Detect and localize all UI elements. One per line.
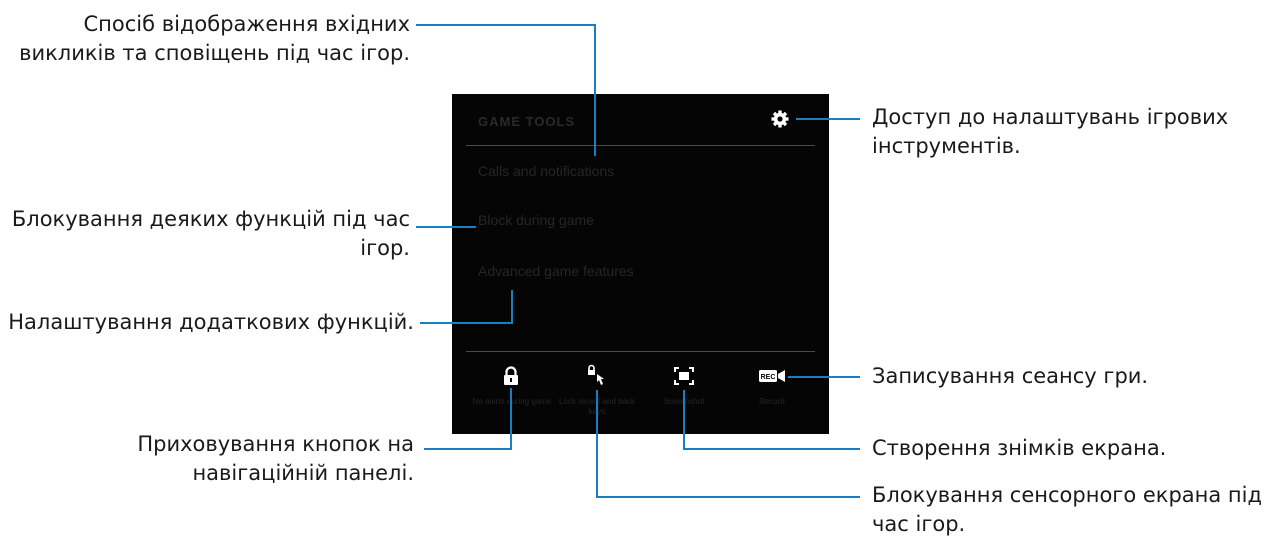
gear-icon[interactable] xyxy=(770,109,790,133)
menu-calls-notifications[interactable]: Calls and notifications xyxy=(478,163,614,179)
leader-calls-h xyxy=(416,24,596,26)
callout-settings-line2: інструментів. xyxy=(872,134,1021,158)
leader-touchlock-h xyxy=(596,496,860,498)
lock-button-label: No alerts during game xyxy=(472,397,552,406)
callout-block-during-game: Блокування деяких функцій під час ігор. xyxy=(12,205,410,263)
callout-calls-line1: Спосіб відображення вхідних xyxy=(83,12,410,36)
leader-screenshot-h xyxy=(683,448,860,450)
leader-settings-h xyxy=(796,118,860,120)
leader-advanced-h xyxy=(420,322,513,324)
callout-settings: Доступ до налаштувань ігрових інструмент… xyxy=(872,103,1228,161)
svg-text:REC: REC xyxy=(761,374,776,381)
game-tools-title: GAME TOOLS xyxy=(478,114,576,129)
callout-touchlock-line2: час ігор. xyxy=(872,512,966,536)
callout-screenshot-line: Створення знімків екрана. xyxy=(872,436,1167,460)
record-button-label: Record xyxy=(759,397,785,406)
callout-navbar-line1: Приховування кнопок на xyxy=(137,432,414,456)
leader-navbar-h xyxy=(424,448,512,450)
leader-calls-v xyxy=(594,24,596,156)
leader-navbar-v xyxy=(510,388,512,450)
callout-calls-notifications: Спосіб відображення вхідних викликів та … xyxy=(19,10,410,68)
callout-navbar-line2: навігаційній панелі. xyxy=(192,461,414,485)
callout-record: Записування сеансу гри. xyxy=(872,362,1148,391)
leader-touchlock-v xyxy=(596,390,598,498)
touch-lock-icon[interactable] xyxy=(586,364,610,392)
callout-block-line1: Блокування деяких функцій під час xyxy=(11,207,410,231)
callout-screenshot: Створення знімків екрана. xyxy=(872,434,1166,463)
callout-navbar: Приховування кнопок на навігаційній пане… xyxy=(137,430,414,488)
menu-block-during-game[interactable]: Block during game xyxy=(478,212,594,228)
callout-advanced-features: Налаштування додаткових функцій. xyxy=(8,308,414,337)
callout-advanced-line: Налаштування додаткових функцій. xyxy=(8,310,414,334)
lock-icon[interactable] xyxy=(502,366,520,390)
record-icon[interactable]: REC xyxy=(758,368,786,388)
callout-touchlock: Блокування сенсорного екрана під час іго… xyxy=(872,481,1262,539)
bottom-divider xyxy=(466,351,815,352)
leader-block-h xyxy=(416,226,476,228)
callout-settings-line1: Доступ до налаштувань ігрових xyxy=(872,105,1229,129)
header-divider xyxy=(466,145,815,146)
callout-calls-line2: викликів та сповіщень під час ігор. xyxy=(19,41,410,65)
leader-screenshot-v xyxy=(683,390,685,450)
callout-touchlock-line1: Блокування сенсорного екрана під xyxy=(872,483,1263,507)
leader-advanced-v xyxy=(511,290,513,324)
callout-block-line2: ігор. xyxy=(360,236,410,260)
menu-advanced-game-features[interactable]: Advanced game features xyxy=(478,263,634,279)
leader-record-h xyxy=(788,376,860,378)
callout-record-line: Записування сеансу гри. xyxy=(872,364,1149,388)
game-tools-screen: GAME TOOLS Calls and notifications Block… xyxy=(452,94,829,434)
screenshot-icon[interactable] xyxy=(673,366,695,390)
